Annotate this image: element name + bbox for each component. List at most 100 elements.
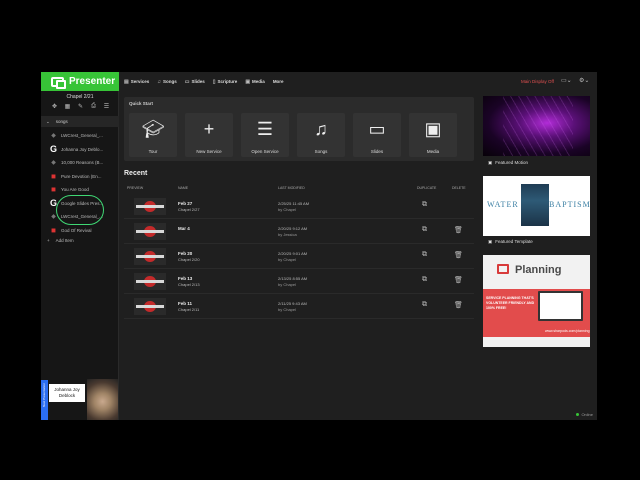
- trash-icon[interactable]: 🗑︎: [454, 226, 463, 234]
- duplicate-icon[interactable]: ⧉: [422, 251, 427, 259]
- tile-songs[interactable]: ♫ Songs: [297, 113, 345, 157]
- featured-motion-label: ▣ Featured Motion: [488, 160, 529, 165]
- trash-icon[interactable]: 🗑︎: [454, 301, 463, 309]
- header-modified: LAST MODIFIED: [278, 186, 305, 190]
- menu-icon[interactable]: ☰: [103, 103, 110, 110]
- list-item[interactable]: ◆ LWCrest_General_...: [41, 129, 119, 143]
- table-row[interactable]: Feb 13 Chapel 2/13 2/13/25 8:55 AM by Ch…: [124, 269, 474, 294]
- main-display-status[interactable]: Main Display Off: [521, 79, 554, 84]
- duplicate-icon[interactable]: ⧉: [422, 201, 427, 209]
- add-item-label: Add Item: [55, 238, 74, 243]
- list-item[interactable]: ◼ Pure Devotion (En...: [41, 170, 119, 184]
- recent-table-header: PREVIEW NAME LAST MODIFIED DUPLICATE DEL…: [127, 186, 471, 192]
- list-item[interactable]: ◼ God Of Revival: [41, 224, 119, 238]
- featured-template-preview[interactable]: WATER BAPTISM: [483, 176, 590, 236]
- quick-start-tiles: 🎓︎ Tour + New Service ☰ Open Service ♫ Songs…: [129, 113, 457, 157]
- service-thumbnail: [134, 198, 166, 215]
- image-icon: ▣: [424, 119, 442, 139]
- logo-icon: ◆: [51, 160, 56, 167]
- list-icon: ☰: [256, 119, 274, 139]
- nav-scripture[interactable]: ▯ Scripture: [213, 79, 238, 85]
- list-item[interactable]: G Johanna Joy Deblo...: [41, 143, 119, 157]
- calendar-icon[interactable]: ▦: [64, 103, 71, 110]
- planning-logo-icon: [497, 264, 509, 274]
- header-name: NAME: [178, 186, 189, 190]
- duplicate-icon[interactable]: ⧉: [422, 226, 427, 234]
- plus-icon: +: [47, 238, 50, 243]
- graduation-cap-icon: 🎓︎: [141, 119, 165, 139]
- service-thumbnail: [134, 223, 166, 240]
- tile-open-service[interactable]: ☰ Open Service: [241, 113, 289, 157]
- duplicate-icon[interactable]: ⧉: [422, 301, 427, 309]
- service-thumbnail: [134, 248, 166, 265]
- recent-title: Recent: [124, 170, 148, 177]
- google-icon: G: [49, 144, 57, 155]
- nav-songs[interactable]: ♫ Songs: [157, 79, 177, 85]
- brand[interactable]: Presenter: [41, 72, 119, 91]
- slides-icon: ▭: [184, 78, 190, 85]
- table-row[interactable]: Feb 20 Chapel 2/20 2/20/25 9:01 AM by Ch…: [124, 244, 474, 269]
- move-icon[interactable]: ✥: [51, 103, 58, 110]
- motion-icon: ▣: [488, 160, 493, 165]
- cursor-highlight: [56, 195, 104, 225]
- duplicate-icon[interactable]: ⧉: [422, 276, 427, 284]
- featured-motion-preview[interactable]: [483, 96, 590, 156]
- nav-slides[interactable]: ▭ Slides: [185, 79, 205, 85]
- tile-tour[interactable]: 🎓︎ Tour: [129, 113, 177, 157]
- song-icon: ◼: [51, 187, 56, 194]
- brand-title: Presenter: [69, 76, 116, 87]
- services-icon: ▤: [124, 78, 129, 85]
- laptop-image: [538, 291, 583, 321]
- trash-icon[interactable]: 🗑︎: [454, 276, 463, 284]
- top-nav: ▤ Services ♫ Songs ▭ Slides ▯ Scripture ▣ Med…: [120, 72, 597, 91]
- book-icon: ▯: [212, 78, 216, 85]
- template-text-right: BAPTISM: [549, 200, 590, 209]
- table-row[interactable]: Feb 27 Chapel 2/27 2/25/25 11:45 AM by C…: [124, 194, 474, 219]
- ad-url: www.sharpods.com/planning: [545, 329, 590, 333]
- songs-section-header[interactable]: ⌄ songs: [41, 116, 119, 127]
- song-icon: ◼: [51, 227, 56, 234]
- nav-media[interactable]: ▣ Media: [245, 79, 265, 85]
- ad-text: SERVICE PLANNING THAT'S VOLUNTEER FRIEND…: [486, 296, 535, 310]
- tile-slides[interactable]: ▭ Slides: [353, 113, 401, 157]
- service-thumbnail: [134, 273, 166, 290]
- table-row[interactable]: Mar 4 2/20/25 9:12 AM by Jessica ⧉ 🗑︎: [124, 219, 474, 244]
- plus-icon: +: [203, 119, 215, 139]
- online-status: Online: [576, 412, 593, 417]
- print-icon[interactable]: ⎙: [90, 103, 97, 110]
- name-card: Johanna Joy Deblock: [49, 384, 85, 402]
- template-text-left: WATER: [487, 200, 519, 209]
- trash-icon[interactable]: 🗑︎: [454, 251, 463, 259]
- planning-ad[interactable]: Planning SERVICE PLANNING THAT'S VOLUNTE…: [483, 255, 590, 347]
- monitor-icon: ▭: [368, 119, 386, 139]
- header-duplicate: DUPLICATE: [417, 186, 437, 190]
- display-icon[interactable]: ▭⌄: [561, 77, 572, 84]
- webcam-feed: [87, 379, 118, 420]
- document-title[interactable]: Chapel 2/21: [41, 94, 119, 100]
- table-row[interactable]: Feb 11 Chapel 2/11 2/11/25 9:43 AM by Ch…: [124, 294, 474, 319]
- add-item-button[interactable]: + Add Item: [47, 238, 74, 243]
- music-notes-icon: ♫: [314, 119, 328, 139]
- gear-icon[interactable]: ⚙⌄: [579, 77, 589, 84]
- list-item[interactable]: ◆ 10,000 Reasons (B...: [41, 156, 119, 170]
- quick-start-panel: Quick Start 🎓︎ Tour + New Service ☰ Open Se…: [124, 97, 474, 161]
- chevron-down-icon: ⌄: [46, 118, 50, 124]
- recent-table: Feb 27 Chapel 2/27 2/25/25 11:45 AM by C…: [124, 194, 474, 319]
- tile-media[interactable]: ▣ Media: [409, 113, 457, 157]
- status-dot-icon: [576, 413, 580, 416]
- presenter-app: Presenter Chapel 2/21 ✥ ▦ ✎ ⎙ ☰ ⌄ songs …: [41, 72, 597, 420]
- featured-template-label: ▣ Featured Template: [488, 239, 533, 244]
- water-image: [521, 184, 549, 226]
- service-thumbnail: [134, 298, 166, 315]
- sidebar-toolbar: ✥ ▦ ✎ ⎙ ☰: [51, 103, 110, 110]
- sidebar: Presenter Chapel 2/21 ✥ ▦ ✎ ⎙ ☰ ⌄ songs …: [41, 72, 119, 420]
- nav-services[interactable]: ▤ Services: [124, 79, 149, 85]
- side-tab[interactable]: Next Presentation: [41, 380, 48, 420]
- edit-icon[interactable]: ✎: [77, 103, 84, 110]
- image-icon: ▣: [245, 78, 251, 85]
- tile-new-service[interactable]: + New Service: [185, 113, 233, 157]
- nav-more[interactable]: More: [273, 79, 284, 84]
- presenter-logo-icon: [51, 76, 66, 89]
- section-label: songs: [55, 119, 68, 124]
- ad-title: Planning: [515, 264, 562, 276]
